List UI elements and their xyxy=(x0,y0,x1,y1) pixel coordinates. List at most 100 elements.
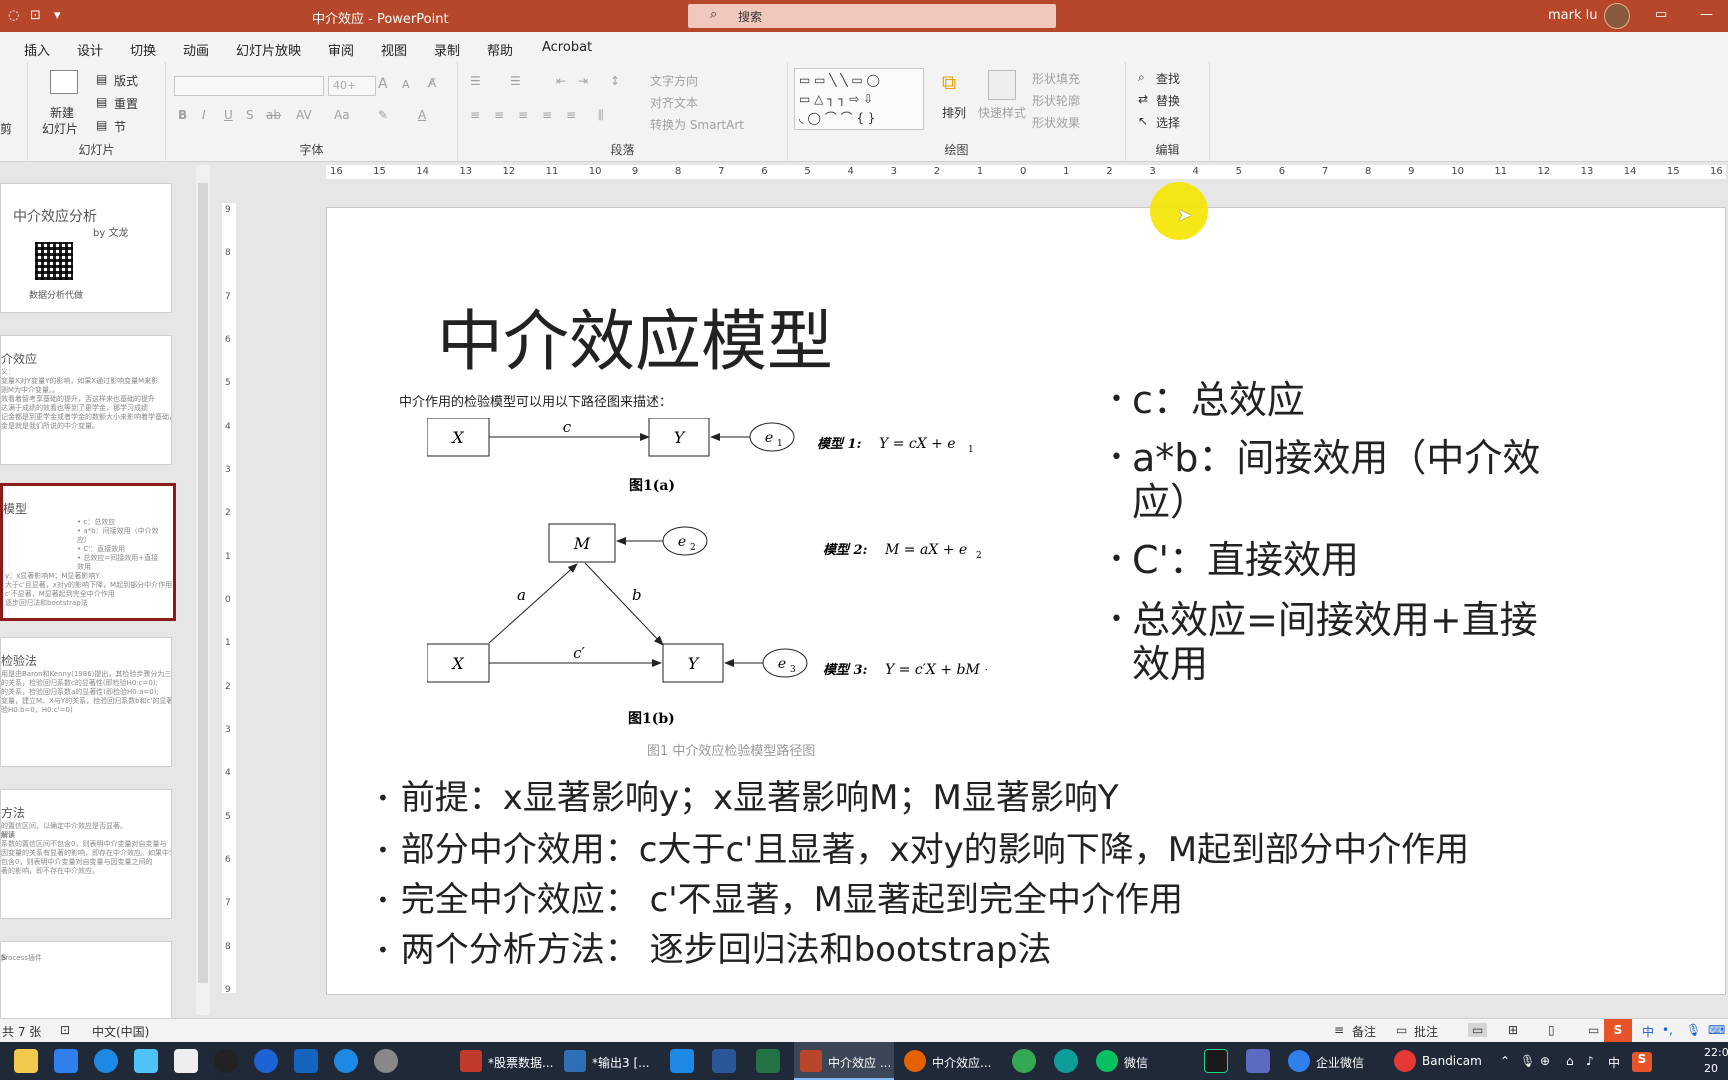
select-button[interactable]: 选择 xyxy=(1156,114,1180,131)
shadow-button[interactable]: S xyxy=(246,108,254,122)
tray-app-icon[interactable]: ⊕ xyxy=(1540,1054,1550,1068)
line-spacing-icon[interactable]: ↕ xyxy=(610,74,620,88)
numbering-icon[interactable]: ☰ xyxy=(510,74,521,88)
reset-button[interactable]: 重置 xyxy=(114,95,138,112)
taskbar-app-powerpoint[interactable]: 中介效应 ... xyxy=(794,1042,894,1080)
right-bullet-3[interactable]: • C'：直接效用 xyxy=(1110,538,1572,582)
clear-format-icon[interactable]: A̸ xyxy=(428,76,436,90)
slide-title[interactable]: 中介效应模型 xyxy=(437,288,833,384)
italic-button[interactable]: I xyxy=(202,108,206,122)
quick-styles-icon[interactable] xyxy=(988,70,1016,100)
ime-indicator[interactable]: 中 xyxy=(1642,1023,1654,1040)
clock-time[interactable]: 22:0 xyxy=(1704,1046,1728,1059)
slide-thumbnail-4[interactable]: 检验法 用是由Baron和Kenny(1986)提出，其检验步骤分为三 的关系，检… xyxy=(0,637,172,767)
slide-canvas[interactable]: 中介效应模型 中介作用的检验模型可以用以下路径图来描述： X c Y e 1 模… xyxy=(326,207,1726,995)
align-center-icon[interactable]: ≡ xyxy=(494,108,504,122)
slide-intro-text[interactable]: 中介作用的检验模型可以用以下路径图来描述： xyxy=(399,391,672,410)
justify-icon[interactable]: ≡ xyxy=(542,108,552,122)
new-slide-dropdown[interactable]: 幻灯片 xyxy=(42,120,78,137)
font-name-combo[interactable] xyxy=(174,76,324,96)
customize-qat-icon[interactable]: ▾ xyxy=(54,8,61,23)
tab-acrobat[interactable]: Acrobat xyxy=(542,40,592,55)
bold-button[interactable]: B xyxy=(178,108,187,122)
smartart-button[interactable]: 转换为 SmartArt xyxy=(650,116,744,133)
right-bullet-1[interactable]: • c：总效应 xyxy=(1110,378,1572,422)
scrollbar-thumb[interactable] xyxy=(198,183,208,983)
ime-keyboard-icon[interactable]: ⌨ xyxy=(1708,1023,1725,1037)
tab-view[interactable]: 视图 xyxy=(381,40,407,59)
slide-thumbnail-5[interactable]: 方法 的置信区间，以确定中介效应是否显著。 解读 系数的置信区间不包含0，则表明中介… xyxy=(0,789,172,919)
arrange-button[interactable]: 排列 xyxy=(942,104,966,121)
normal-view-icon[interactable]: ▭ xyxy=(1468,1023,1488,1037)
tray-sogou-icon[interactable]: S xyxy=(1632,1052,1652,1072)
tab-help[interactable]: 帮助 xyxy=(487,40,513,59)
new-slide-button[interactable]: 新建 xyxy=(50,104,74,121)
slide-thumbnail-2[interactable]: 介效应 义： 变量X对Y变量Y的影响，如果X通过影响变量M来影 则M为中介变量。。效… xyxy=(0,335,172,465)
bottom-bullet-4[interactable]: • 两个分析方法： 逐步回归法和bootstrap法 xyxy=(377,922,1052,971)
slideshow-from-start-icon[interactable]: ⊡ xyxy=(30,8,41,23)
ribbon-display-options-icon[interactable]: ▭ xyxy=(1655,7,1667,22)
tab-insert[interactable]: 插入 xyxy=(24,40,50,59)
excel-icon[interactable] xyxy=(756,1049,780,1073)
decrease-indent-icon[interactable]: ⇤ xyxy=(556,74,566,88)
layout-button[interactable]: 版式 xyxy=(114,72,138,89)
right-bullet-4[interactable]: • 总效应=间接效用+直接效用 xyxy=(1110,598,1572,686)
new-slide-icon[interactable] xyxy=(50,70,78,94)
language-indicator[interactable]: 中文(中国) xyxy=(92,1023,149,1040)
taskbar-app-stock-data[interactable]: *股票数据... xyxy=(454,1042,554,1080)
avatar[interactable] xyxy=(1604,3,1630,29)
quick-styles-button[interactable]: 快速样式 xyxy=(978,104,1026,121)
slide-thumbnail-3[interactable]: 模型 • c：总效应 • a*b：间接效用（中介效 应） • C'：直接效用 • 总效… xyxy=(0,483,176,621)
taskbar-app-output[interactable]: *输出3 [... xyxy=(558,1042,658,1080)
tab-slideshow[interactable]: 幻灯片放映 xyxy=(236,40,301,59)
bottom-bullet-3[interactable]: • 完全中介效应： c'不显著，M显著起到完全中介作用 xyxy=(377,872,1183,921)
user-name[interactable]: mark lu xyxy=(1548,8,1598,23)
underline-button[interactable]: U xyxy=(224,108,233,122)
comments-button[interactable]: 批注 xyxy=(1414,1023,1438,1040)
slide-thumbnail-1[interactable]: 中介效应分析 by 文龙 数据分析代做 xyxy=(0,183,172,313)
reading-view-icon[interactable]: ▯ xyxy=(1548,1023,1555,1037)
shapes-gallery[interactable]: ▭ ▭ ╲ ╲ ▭ ◯ ▭ △ ┐ ┐ ⇨ ⇩ ◟ ◯ ⌒ ⌒ { } xyxy=(794,68,924,130)
tab-animations[interactable]: 动画 xyxy=(183,40,209,59)
app3-icon[interactable] xyxy=(294,1049,318,1073)
pycharm-icon[interactable] xyxy=(1204,1049,1228,1073)
tab-transitions[interactable]: 切换 xyxy=(130,40,156,59)
shape-fill-button[interactable]: 形状填充 xyxy=(1032,70,1080,87)
bottom-bullet-1[interactable]: • 前提：x显著影响y；x显著影响M；M显著影响Y xyxy=(377,770,1119,819)
autosave-icon[interactable]: ◌ xyxy=(8,8,19,23)
app-icon[interactable] xyxy=(94,1049,118,1073)
path-diagram[interactable]: X c Y e 1 模型 1: Y = cX + e 1 图1(a) M e 2… xyxy=(427,418,987,688)
columns-icon[interactable]: ⫼ xyxy=(598,108,604,123)
accessibility-icon[interactable]: ⊡ xyxy=(60,1023,70,1037)
xmind-icon[interactable] xyxy=(174,1049,198,1073)
replace-button[interactable]: 替换 xyxy=(1156,92,1180,109)
highlight-icon[interactable]: ✎ xyxy=(378,108,388,122)
increase-indent-icon[interactable]: ⇥ xyxy=(578,74,588,88)
minimize-icon[interactable]: — xyxy=(1700,7,1713,22)
tab-design[interactable]: 设计 xyxy=(77,40,103,59)
align-left-icon[interactable]: ≡ xyxy=(470,108,480,122)
increase-font-button[interactable]: A xyxy=(378,76,388,92)
notes-button[interactable]: 备注 xyxy=(1352,1023,1376,1040)
right-bullet-2[interactable]: • a*b：间接效用（中介效应） xyxy=(1110,436,1572,524)
chrome-icon[interactable] xyxy=(1012,1049,1036,1073)
search-input[interactable]: ⌕ 搜索 xyxy=(688,4,1056,28)
tab-review[interactable]: 审阅 xyxy=(328,40,354,59)
taskbar-app-wecom[interactable]: 企业微信 xyxy=(1282,1042,1382,1080)
ime-mic-icon[interactable]: 🎙 xyxy=(1686,1023,1701,1037)
tray-volume-icon[interactable]: ♪ xyxy=(1586,1054,1594,1068)
shape-outline-button[interactable]: 形状轮廓 xyxy=(1032,92,1080,109)
network-icon[interactable] xyxy=(374,1049,398,1073)
kugou-icon[interactable] xyxy=(254,1049,278,1073)
text-direction-button[interactable]: 文字方向 xyxy=(650,72,698,89)
app4-icon[interactable] xyxy=(670,1049,694,1073)
mail-icon[interactable] xyxy=(54,1049,78,1073)
align-right-icon[interactable]: ≡ xyxy=(518,108,528,122)
tray-chevron-icon[interactable]: ⌃ xyxy=(1500,1054,1510,1068)
bullets-icon[interactable]: ☰ xyxy=(470,74,481,88)
section-button[interactable]: 节 xyxy=(114,118,126,135)
clock-date[interactable]: 20 xyxy=(1704,1062,1718,1075)
app2-icon[interactable] xyxy=(134,1049,158,1073)
file-explorer-icon[interactable] xyxy=(14,1049,38,1073)
slideshow-view-icon[interactable]: ▭ xyxy=(1588,1023,1599,1037)
